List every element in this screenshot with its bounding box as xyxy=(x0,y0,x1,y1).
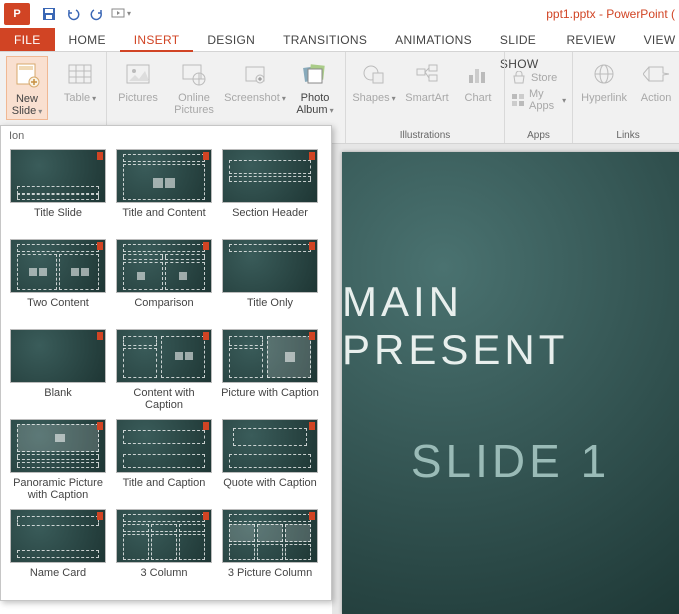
tab-view[interactable]: VIEW xyxy=(630,28,679,51)
gallery-theme-name: Ion xyxy=(1,126,331,146)
my-apps-label: My Apps xyxy=(529,88,556,112)
tab-file[interactable]: FILE xyxy=(0,28,55,51)
shapes-button[interactable]: Shapes▾ xyxy=(352,56,396,106)
illustrations-group-label: Illustrations xyxy=(352,130,498,141)
tab-review[interactable]: REVIEW xyxy=(552,28,629,51)
photo-album-icon xyxy=(299,58,331,90)
undo-icon[interactable] xyxy=(62,3,84,25)
titlebar: P ▾ ppt1.pptx - PowerPoint ( xyxy=(0,0,679,28)
tab-slideshow[interactable]: SLIDE SHOW xyxy=(486,28,553,51)
links-group-label: Links xyxy=(579,130,677,141)
new-slide-icon xyxy=(11,59,43,91)
ribbon-tabs: FILE HOME INSERT DESIGN TRANSITIONS ANIM… xyxy=(0,28,679,52)
photo-album-label: Photo Album▾ xyxy=(291,92,339,116)
chart-icon xyxy=(462,58,494,90)
hyperlink-label: Hyperlink xyxy=(581,92,627,104)
hyperlink-button[interactable]: Hyperlink xyxy=(579,56,629,106)
store-icon xyxy=(511,70,527,86)
pictures-icon xyxy=(122,58,154,90)
layout-quote-caption[interactable]: Quote with Caption xyxy=(217,416,323,506)
layout-title-caption[interactable]: Title and Caption xyxy=(111,416,217,506)
screenshot-label: Screenshot▾ xyxy=(224,92,286,104)
action-label: Action xyxy=(641,92,672,104)
slide-title: MAIN PRESENT xyxy=(342,278,679,374)
layout-name-card[interactable]: Name Card xyxy=(5,506,111,596)
tab-design[interactable]: DESIGN xyxy=(193,28,269,51)
apps-group-label: Apps xyxy=(511,130,566,141)
slide-subtitle: SLIDE 1 xyxy=(411,434,610,488)
smartart-button[interactable]: SmartArt xyxy=(402,56,452,106)
save-icon[interactable] xyxy=(38,3,60,25)
redo-icon[interactable] xyxy=(86,3,108,25)
layout-two-content[interactable]: Two Content xyxy=(5,236,111,326)
layout-3-column[interactable]: 3 Column xyxy=(111,506,217,596)
layout-content-caption[interactable]: Content with Caption xyxy=(111,326,217,416)
layout-comparison[interactable]: Comparison xyxy=(111,236,217,326)
table-label: Table▾ xyxy=(64,92,96,104)
chart-label: Chart xyxy=(465,92,492,104)
my-apps-icon xyxy=(511,92,525,108)
layout-blank[interactable]: Blank xyxy=(5,326,111,416)
new-slide-label: New Slide▾ xyxy=(7,93,47,117)
screenshot-button[interactable]: Screenshot▾ xyxy=(225,56,285,118)
powerpoint-icon: P xyxy=(4,3,30,25)
slide-area: MAIN PRESENT SLIDE 1 xyxy=(332,144,679,614)
smartart-label: SmartArt xyxy=(405,92,448,104)
table-icon xyxy=(64,58,96,90)
app-name: PowerPoint ( xyxy=(606,7,675,21)
layout-section-header[interactable]: Section Header xyxy=(217,146,323,236)
online-pictures-label: Online Pictures xyxy=(169,92,219,116)
group-links: Hyperlink Action Links xyxy=(573,52,679,143)
online-pictures-icon xyxy=(178,58,210,90)
screenshot-icon xyxy=(239,58,271,90)
layout-title-only[interactable]: Title Only xyxy=(217,236,323,326)
group-illustrations: Shapes▾ SmartArt Chart Illustrations xyxy=(346,52,505,143)
tab-transitions[interactable]: TRANSITIONS xyxy=(269,28,381,51)
tab-animations[interactable]: ANIMATIONS xyxy=(381,28,486,51)
layout-3-picture-column[interactable]: 3 Picture Column xyxy=(217,506,323,596)
store-label: Store xyxy=(531,72,557,84)
tab-insert[interactable]: INSERT xyxy=(120,28,194,52)
window-title: ppt1.pptx - PowerPoint ( xyxy=(546,7,675,21)
slideshow-icon[interactable]: ▾ xyxy=(110,3,132,25)
new-slide-button[interactable]: New Slide▾ xyxy=(6,56,48,120)
tab-home[interactable]: HOME xyxy=(55,28,120,51)
layout-picture-caption[interactable]: Picture with Caption xyxy=(217,326,323,416)
layout-title-content[interactable]: Title and Content xyxy=(111,146,217,236)
store-button[interactable]: Store xyxy=(511,68,566,88)
layout-panoramic[interactable]: Panoramic Picture with Caption xyxy=(5,416,111,506)
chart-button[interactable]: Chart xyxy=(458,56,498,106)
action-icon xyxy=(640,58,672,90)
shapes-icon xyxy=(358,58,390,90)
pictures-button[interactable]: Pictures xyxy=(113,56,163,118)
table-button[interactable]: Table▾ xyxy=(60,56,100,106)
layout-title-slide[interactable]: Title Slide xyxy=(5,146,111,236)
layout-gallery: Ion Title Slide Title and Content Sectio… xyxy=(0,125,332,601)
action-button[interactable]: Action xyxy=(635,56,677,106)
shapes-label: Shapes▾ xyxy=(352,92,395,104)
hyperlink-icon xyxy=(588,58,620,90)
quick-access-toolbar: ▾ xyxy=(38,3,132,25)
filename: ppt1.pptx xyxy=(546,7,595,21)
my-apps-button[interactable]: My Apps▾ xyxy=(511,90,566,110)
group-apps: Store My Apps▾ Apps xyxy=(505,52,573,143)
pictures-label: Pictures xyxy=(118,92,158,104)
smartart-icon xyxy=(411,58,443,90)
online-pictures-button[interactable]: Online Pictures xyxy=(169,56,219,118)
photo-album-button[interactable]: Photo Album▾ xyxy=(291,56,339,118)
gallery-grid: Title Slide Title and Content Section He… xyxy=(1,146,331,596)
slide-preview[interactable]: MAIN PRESENT SLIDE 1 xyxy=(342,152,679,614)
